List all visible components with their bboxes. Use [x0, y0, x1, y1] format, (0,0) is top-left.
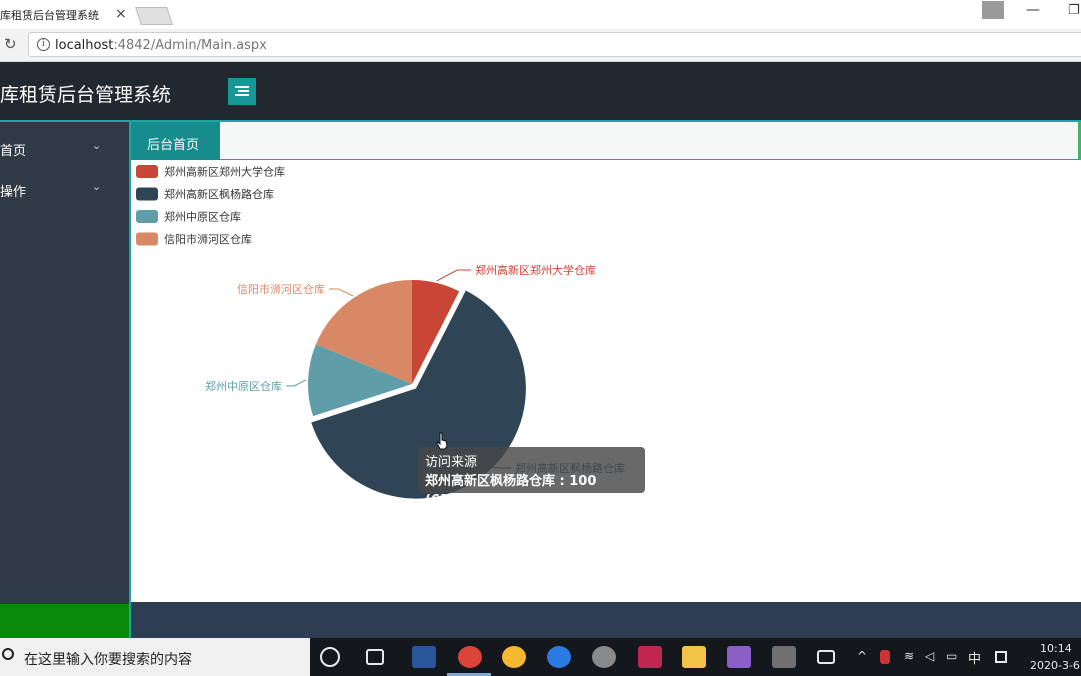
search-icon: [2, 648, 14, 660]
browser-tab-strip: 库租赁后台管理系统 × — ❐: [0, 0, 1081, 29]
slice-label: 郑州高新区郑州大学仓库: [475, 263, 596, 277]
close-tab-icon[interactable]: ×: [115, 6, 127, 22]
url-path: :4842/Admin/Main.aspx: [113, 38, 267, 53]
legend-label[interactable]: 信阳市浉河区仓库: [164, 232, 252, 246]
sidebar-item-label: 首页: [0, 144, 27, 159]
main-footer: [131, 602, 1081, 638]
camera-icon[interactable]: [817, 650, 835, 664]
address-bar: ↻ i localhost:4842/Admin/Main.aspx: [0, 29, 1081, 62]
sidebar-item-operations[interactable]: 操作 ⌄: [0, 173, 129, 203]
word-icon[interactable]: [412, 646, 436, 668]
label-leader-line: [329, 288, 354, 297]
legend-swatch[interactable]: [136, 210, 158, 223]
pie-chart: 郑州高新区郑州大学仓库郑州高新区枫杨路仓库郑州中原区仓库信阳市浉河区仓库 郑州高…: [136, 165, 625, 499]
slice-label: 郑州中原区仓库: [205, 379, 282, 393]
info-icon[interactable]: i: [37, 38, 50, 51]
new-tab-button[interactable]: [135, 7, 173, 25]
volume-icon[interactable]: ◁: [925, 649, 934, 663]
chevron-up-icon[interactable]: ^: [857, 649, 867, 663]
sidebar: 首页 ⌄ 操作 ⌄: [0, 120, 131, 640]
file-explorer-icon[interactable]: [682, 646, 706, 668]
search-input[interactable]: 在这里输入你要搜索的内容: [24, 649, 192, 669]
visual-studio-icon[interactable]: [727, 646, 751, 668]
url-field[interactable]: i localhost:4842/Admin/Main.aspx: [28, 32, 1081, 57]
slice-label: 信阳市浉河区仓库: [237, 282, 325, 296]
sogou-icon[interactable]: [547, 646, 571, 668]
legend-label[interactable]: 郑州高新区郑州大学仓库: [164, 165, 285, 179]
ime-indicator[interactable]: 中: [968, 648, 981, 667]
profile-icon[interactable]: [982, 1, 1004, 19]
task-view-icon[interactable]: [366, 649, 384, 665]
minimize-icon[interactable]: —: [1026, 2, 1040, 18]
page-tab-bar: 后台首页: [131, 122, 1081, 160]
hand-cursor-icon: [436, 432, 448, 450]
browser-tab-title: 库租赁后台管理系统: [0, 9, 99, 22]
legend-label[interactable]: 郑州中原区仓库: [164, 210, 241, 224]
chart-tooltip: 访问来源 郑州高新区枫杨路仓库 : 100 (62.5%): [418, 447, 645, 508]
chevron-down-icon: ⌄: [92, 139, 102, 152]
tab-home[interactable]: 后台首页: [131, 122, 220, 160]
sidebar-item-home[interactable]: 首页 ⌄: [0, 132, 129, 162]
qq-icon[interactable]: [880, 650, 890, 664]
label-leader-line: [286, 379, 307, 387]
menu-toggle-icon[interactable]: [228, 78, 256, 105]
app-title: 库租赁后台管理系统: [0, 84, 172, 106]
label-leader-line: [436, 269, 471, 282]
keyboard-icon[interactable]: [995, 651, 1007, 663]
legend-swatch[interactable]: [136, 232, 158, 246]
app-icon-yellow[interactable]: [502, 646, 526, 668]
settings-gear-icon[interactable]: [592, 646, 616, 668]
clock-time[interactable]: 10:14: [1040, 642, 1072, 655]
app-header: 库租赁后台管理系统: [0, 62, 1081, 120]
clock-date[interactable]: 2020-3-6: [1030, 659, 1080, 672]
url-text: localhost:4842/Admin/Main.aspx: [55, 38, 267, 53]
legend-swatch[interactable]: [136, 165, 158, 178]
url-host: localhost: [55, 38, 114, 53]
battery-icon[interactable]: ▭: [946, 649, 957, 663]
sidebar-footer: [0, 604, 129, 640]
legend-label[interactable]: 郑州高新区枫杨路仓库: [164, 187, 274, 201]
wifi-icon[interactable]: ≋: [904, 649, 914, 663]
restore-icon[interactable]: ❐: [1068, 3, 1080, 18]
cortana-icon[interactable]: [320, 647, 340, 667]
reload-icon[interactable]: ↻: [4, 35, 17, 53]
tooltip-title: 访问来源: [425, 455, 478, 470]
taskbar-search[interactable]: 在这里输入你要搜索的内容: [0, 638, 310, 676]
tools-icon[interactable]: [772, 646, 796, 668]
chevron-down-icon: ⌄: [92, 180, 102, 193]
tooltip-text: 郑州高新区枫杨路仓库 : 100 (62.5%): [425, 474, 597, 508]
browser-tab[interactable]: 库租赁后台管理系统 ×: [0, 0, 133, 29]
taskbar: 在这里输入你要搜索的内容 ^ ≋ ◁ ▭ 中 10:14 2020-3-6: [0, 638, 1081, 676]
ide-icon[interactable]: [638, 646, 662, 668]
legend-swatch[interactable]: [136, 187, 158, 201]
sidebar-item-label: 操作: [0, 185, 27, 200]
chrome-icon[interactable]: [458, 646, 482, 668]
